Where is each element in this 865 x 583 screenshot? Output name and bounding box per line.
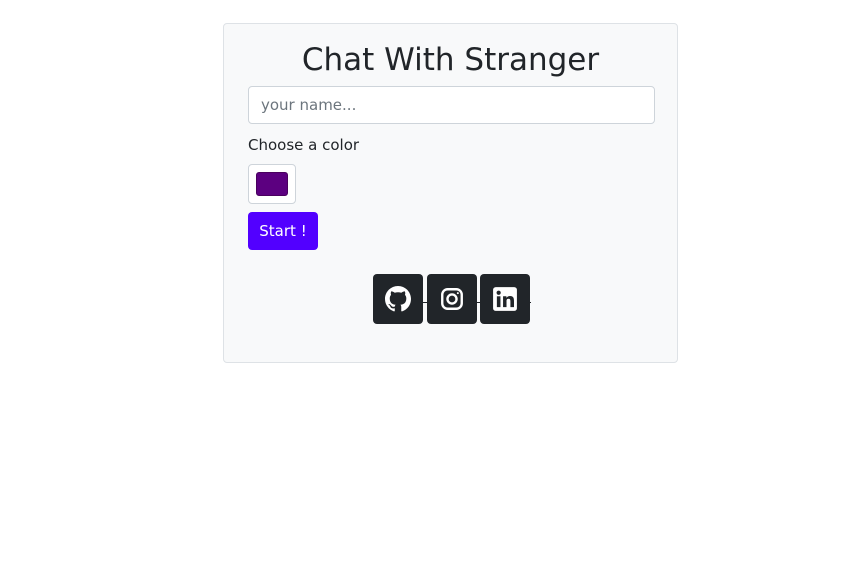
- social-links: [373, 274, 531, 324]
- instagram-link[interactable]: [427, 274, 477, 324]
- color-label: Choose a color: [248, 136, 360, 154]
- color-picker[interactable]: [248, 164, 296, 204]
- github-link[interactable]: [373, 274, 423, 324]
- color-swatch: [256, 172, 288, 196]
- name-input[interactable]: [248, 86, 655, 124]
- linkedin-icon: [492, 286, 518, 312]
- start-card: Chat With Stranger Choose a color Start …: [223, 23, 678, 363]
- linkedin-link[interactable]: [480, 274, 530, 324]
- start-button[interactable]: Start !: [248, 212, 318, 250]
- github-icon: [385, 286, 411, 312]
- page-title: Chat With Stranger: [301, 42, 600, 78]
- instagram-icon: [439, 286, 465, 312]
